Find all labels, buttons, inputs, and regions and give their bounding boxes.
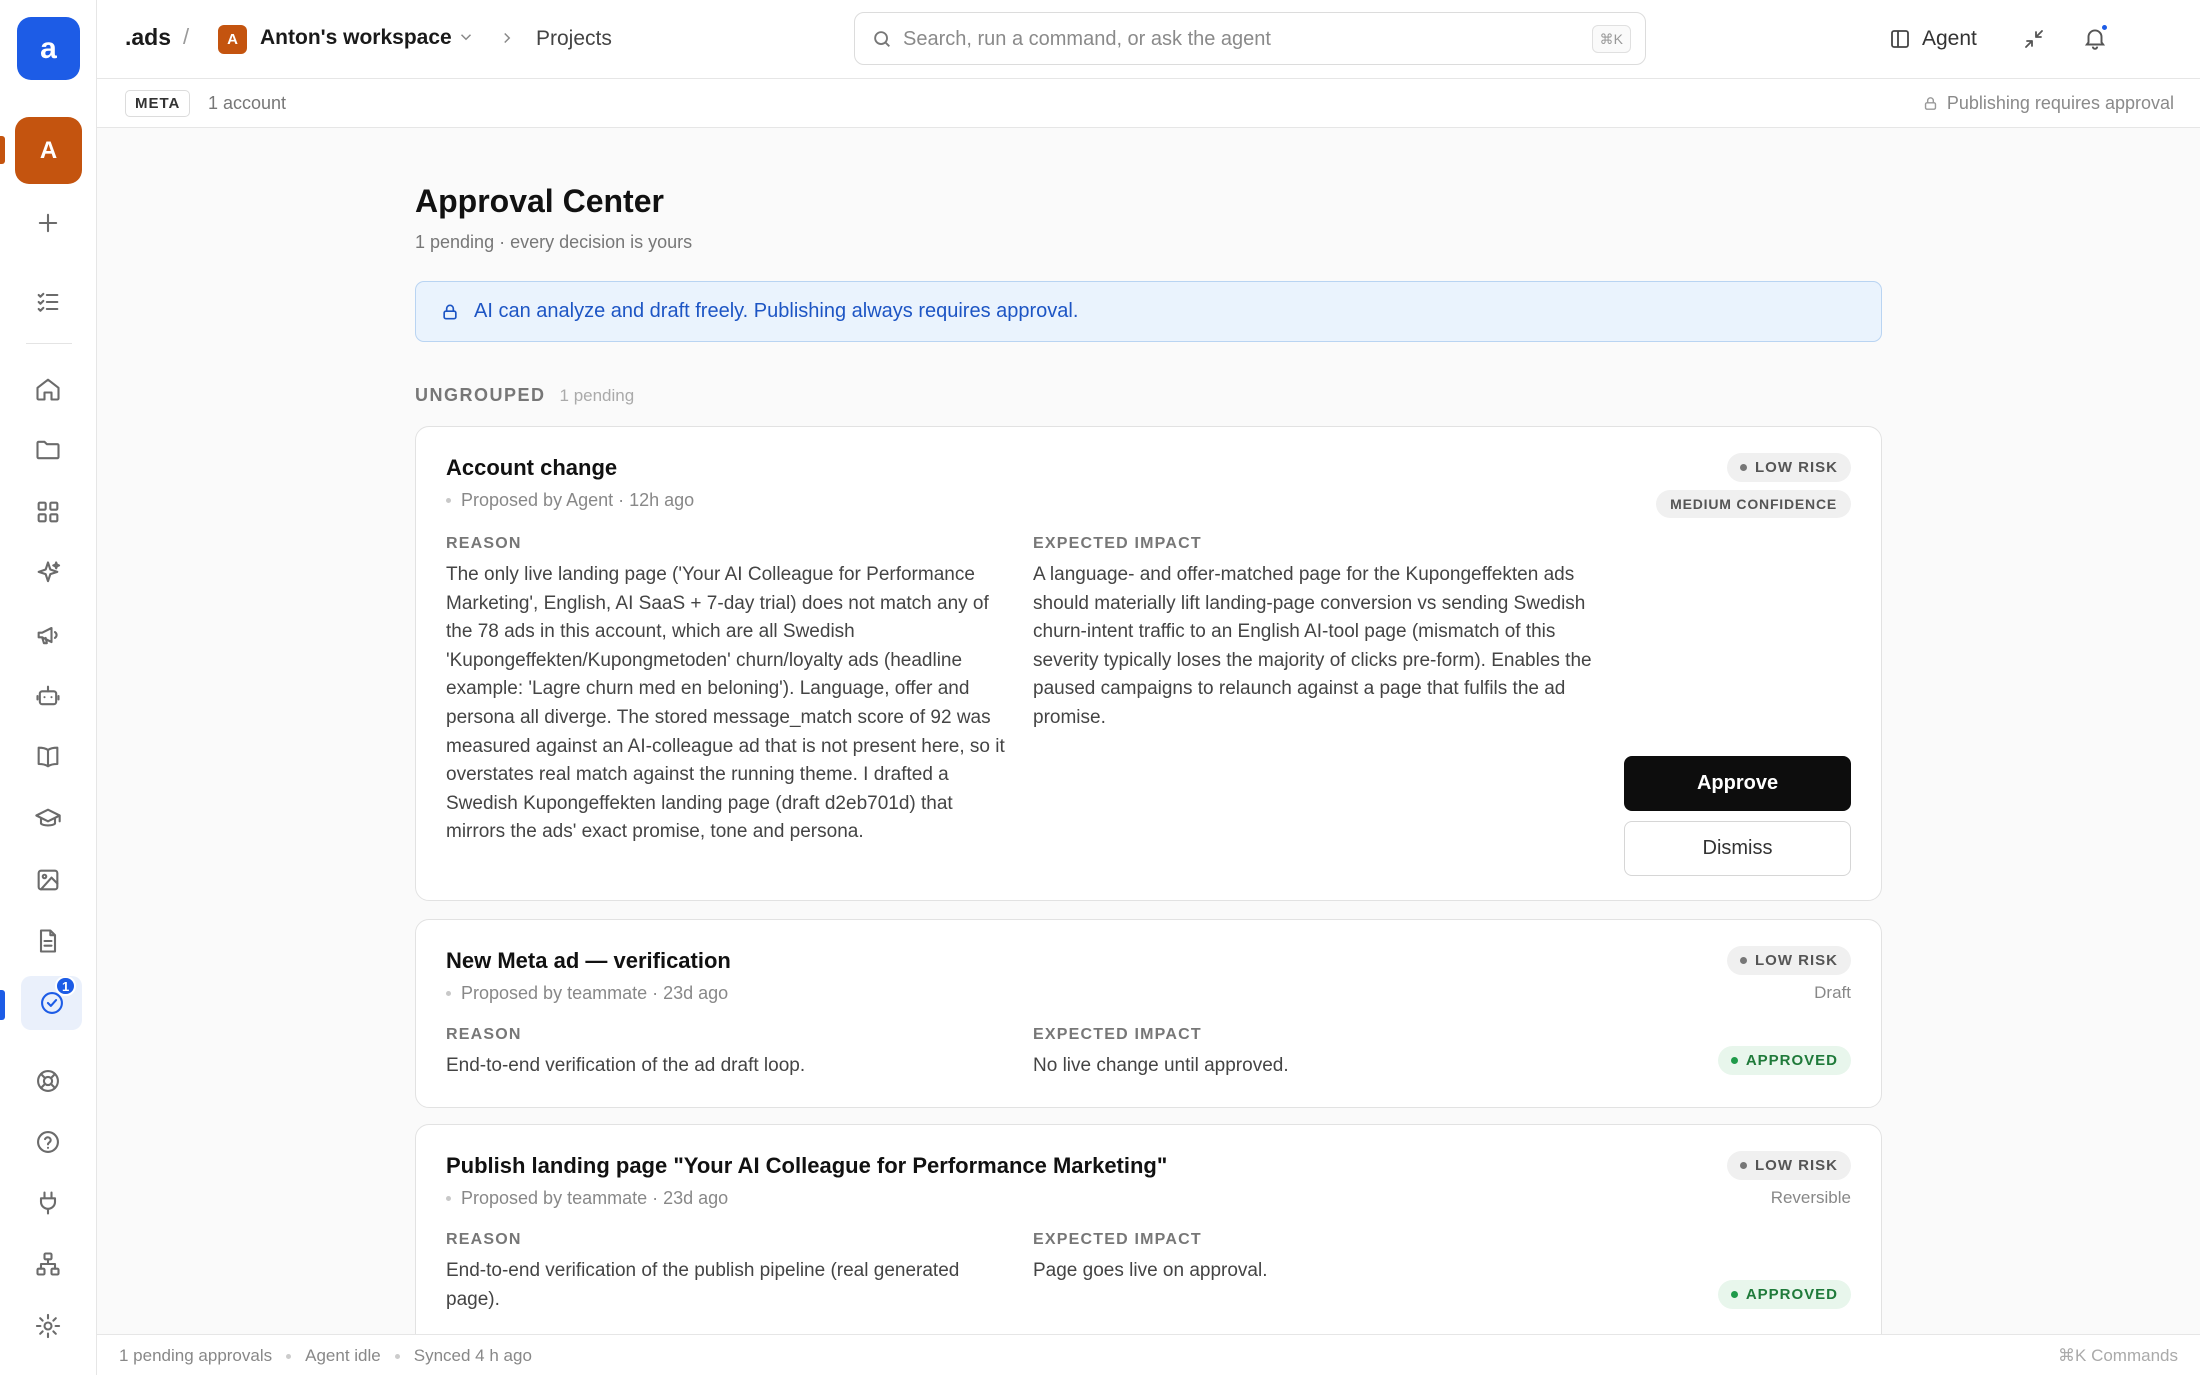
approved-status-badge: APPROVED — [1717, 1280, 1851, 1309]
workspace-name[interactable]: Anton's workspace — [260, 26, 452, 50]
status-bar: 1 pending approvals Agent idle Synced 4 … — [97, 1334, 2200, 1375]
org-chart-icon[interactable] — [28, 1244, 68, 1284]
policy-banner: AI can analyze and draft freely. Publish… — [415, 281, 1882, 342]
pending-approvals-status[interactable]: 1 pending approvals — [119, 1346, 272, 1366]
card-title: Publish landing page "Your AI Colleague … — [446, 1153, 1168, 1178]
impact-label: EXPECTED IMPACT — [1033, 535, 1202, 552]
book-icon[interactable] — [28, 737, 68, 777]
account-count: 1 account — [208, 93, 287, 113]
sparkle-icon[interactable] — [28, 553, 68, 593]
group-count: 1 pending — [559, 386, 635, 405]
risk-badge: LOW RISK — [1727, 453, 1851, 482]
card-meta: Reversible — [1770, 1188, 1851, 1207]
breadcrumb-projects[interactable]: Projects — [536, 27, 612, 51]
policy-banner-text: AI can analyze and draft freely. Publish… — [474, 300, 1079, 322]
reason-label: REASON — [446, 535, 522, 552]
workspace-switcher[interactable]: A — [15, 117, 82, 184]
folder-icon[interactable] — [28, 430, 68, 470]
agent-label: Agent — [1922, 27, 1977, 50]
lock-icon — [443, 304, 457, 319]
card-meta: Draft — [1814, 983, 1851, 1002]
impact-text: A language- and offer-matched page for t… — [1033, 564, 1592, 728]
card-title: Account change — [446, 455, 618, 480]
approval-card: New Meta ad — verification Proposed by t… — [415, 919, 1882, 1108]
group-header: UNGROUPED 1 pending — [415, 385, 634, 406]
approval-card: Publish landing page "Your AI Colleague … — [415, 1124, 1882, 1334]
notification-dot — [2100, 23, 2109, 32]
chevron-down-icon[interactable] — [457, 28, 477, 48]
dismiss-button[interactable]: Dismiss — [1624, 821, 1851, 876]
workspace-active-marker — [0, 136, 5, 164]
page-subtitle: 1 pending · every decision is yours — [415, 232, 693, 252]
card-proposed-by: Proposed by teammate · 23d ago — [446, 1188, 728, 1209]
sync-status: Synced 4 h ago — [413, 1346, 532, 1365]
document-icon[interactable] — [28, 921, 68, 961]
commands-hint[interactable]: ⌘K Commands — [2058, 1346, 2178, 1366]
checklist-icon[interactable] — [28, 282, 68, 322]
search-icon — [871, 28, 893, 50]
group-name: UNGROUPED — [415, 385, 546, 405]
help-icon[interactable] — [28, 1122, 68, 1162]
risk-badge: LOW RISK — [1727, 1151, 1851, 1180]
lock-icon — [1924, 97, 1937, 110]
reason-label: REASON — [446, 1231, 522, 1248]
approvals-icon[interactable]: 1 — [21, 976, 82, 1030]
search-shortcut-hint: ⌘K — [1591, 25, 1631, 53]
approve-button[interactable]: Approve — [1624, 756, 1851, 811]
reason-label: REASON — [446, 1026, 522, 1043]
bot-icon[interactable] — [28, 676, 68, 716]
home-icon[interactable] — [28, 369, 68, 409]
breadcrumb-separator: / — [183, 24, 190, 49]
reason-text: End-to-end verification of the publish p… — [446, 1260, 960, 1310]
workspace-avatar[interactable]: A — [218, 25, 247, 54]
reason-text: End-to-end verification of the ad draft … — [446, 1055, 806, 1076]
page-title: Approval Center — [415, 183, 664, 219]
lifebuoy-icon[interactable] — [28, 1061, 68, 1101]
impact-text: No live change until approved. — [1033, 1055, 1289, 1076]
panel-icon — [1891, 30, 1909, 48]
confidence-badge: MEDIUM CONFIDENCE — [1656, 490, 1851, 518]
approval-card: Account change Proposed by Agent · 12h a… — [415, 426, 1882, 901]
megaphone-icon[interactable] — [28, 615, 68, 655]
plug-icon[interactable] — [28, 1183, 68, 1223]
rail-divider — [26, 343, 72, 344]
platform-tag[interactable]: META — [125, 90, 191, 117]
publishing-requirement: Publishing requires approval — [1922, 93, 2174, 114]
publishing-requirement-text: Publishing requires approval — [1946, 93, 2174, 113]
app-logo[interactable]: a — [17, 17, 80, 80]
graduation-cap-icon[interactable] — [28, 799, 68, 839]
account-bar: META 1 account Publishing requires appro… — [97, 79, 2200, 128]
approvals-active-marker — [0, 990, 5, 1020]
settings-gear-icon[interactable] — [28, 1306, 68, 1346]
notifications-bell-icon[interactable] — [2078, 21, 2112, 55]
top-bar: .ads / A Anton's workspace Projects ⌘K A… — [97, 0, 2200, 79]
collapse-icon[interactable] — [2018, 23, 2050, 55]
impact-label: EXPECTED IMPACT — [1033, 1231, 1202, 1248]
card-proposed-by: Proposed by Agent · 12h ago — [446, 490, 694, 511]
brand-name[interactable]: .ads — [125, 24, 171, 51]
chevron-right-icon — [498, 29, 516, 47]
agent-status: Agent idle — [305, 1346, 381, 1365]
main-content: Approval Center 1 pending · every decisi… — [97, 128, 2200, 1334]
card-title: New Meta ad — verification — [446, 948, 731, 973]
card-proposed-by: Proposed by teammate · 23d ago — [446, 983, 728, 1004]
agent-panel-button[interactable]: Agent — [1888, 20, 1977, 58]
grid-icon[interactable] — [28, 492, 68, 532]
search-input[interactable] — [903, 23, 1503, 55]
reason-text: The only live landing page ('Your AI Col… — [446, 564, 1005, 843]
impact-text: Page goes live on approval. — [1033, 1260, 1268, 1281]
approvals-count-badge: 1 — [55, 976, 77, 996]
left-rail: a A 1 — [0, 0, 97, 1375]
approved-status-badge: APPROVED — [1717, 1046, 1851, 1075]
risk-badge: LOW RISK — [1727, 946, 1851, 975]
impact-label: EXPECTED IMPACT — [1033, 1026, 1202, 1043]
image-icon[interactable] — [28, 860, 68, 900]
add-workspace-icon[interactable] — [28, 203, 68, 243]
command-search[interactable]: ⌘K — [854, 12, 1646, 65]
